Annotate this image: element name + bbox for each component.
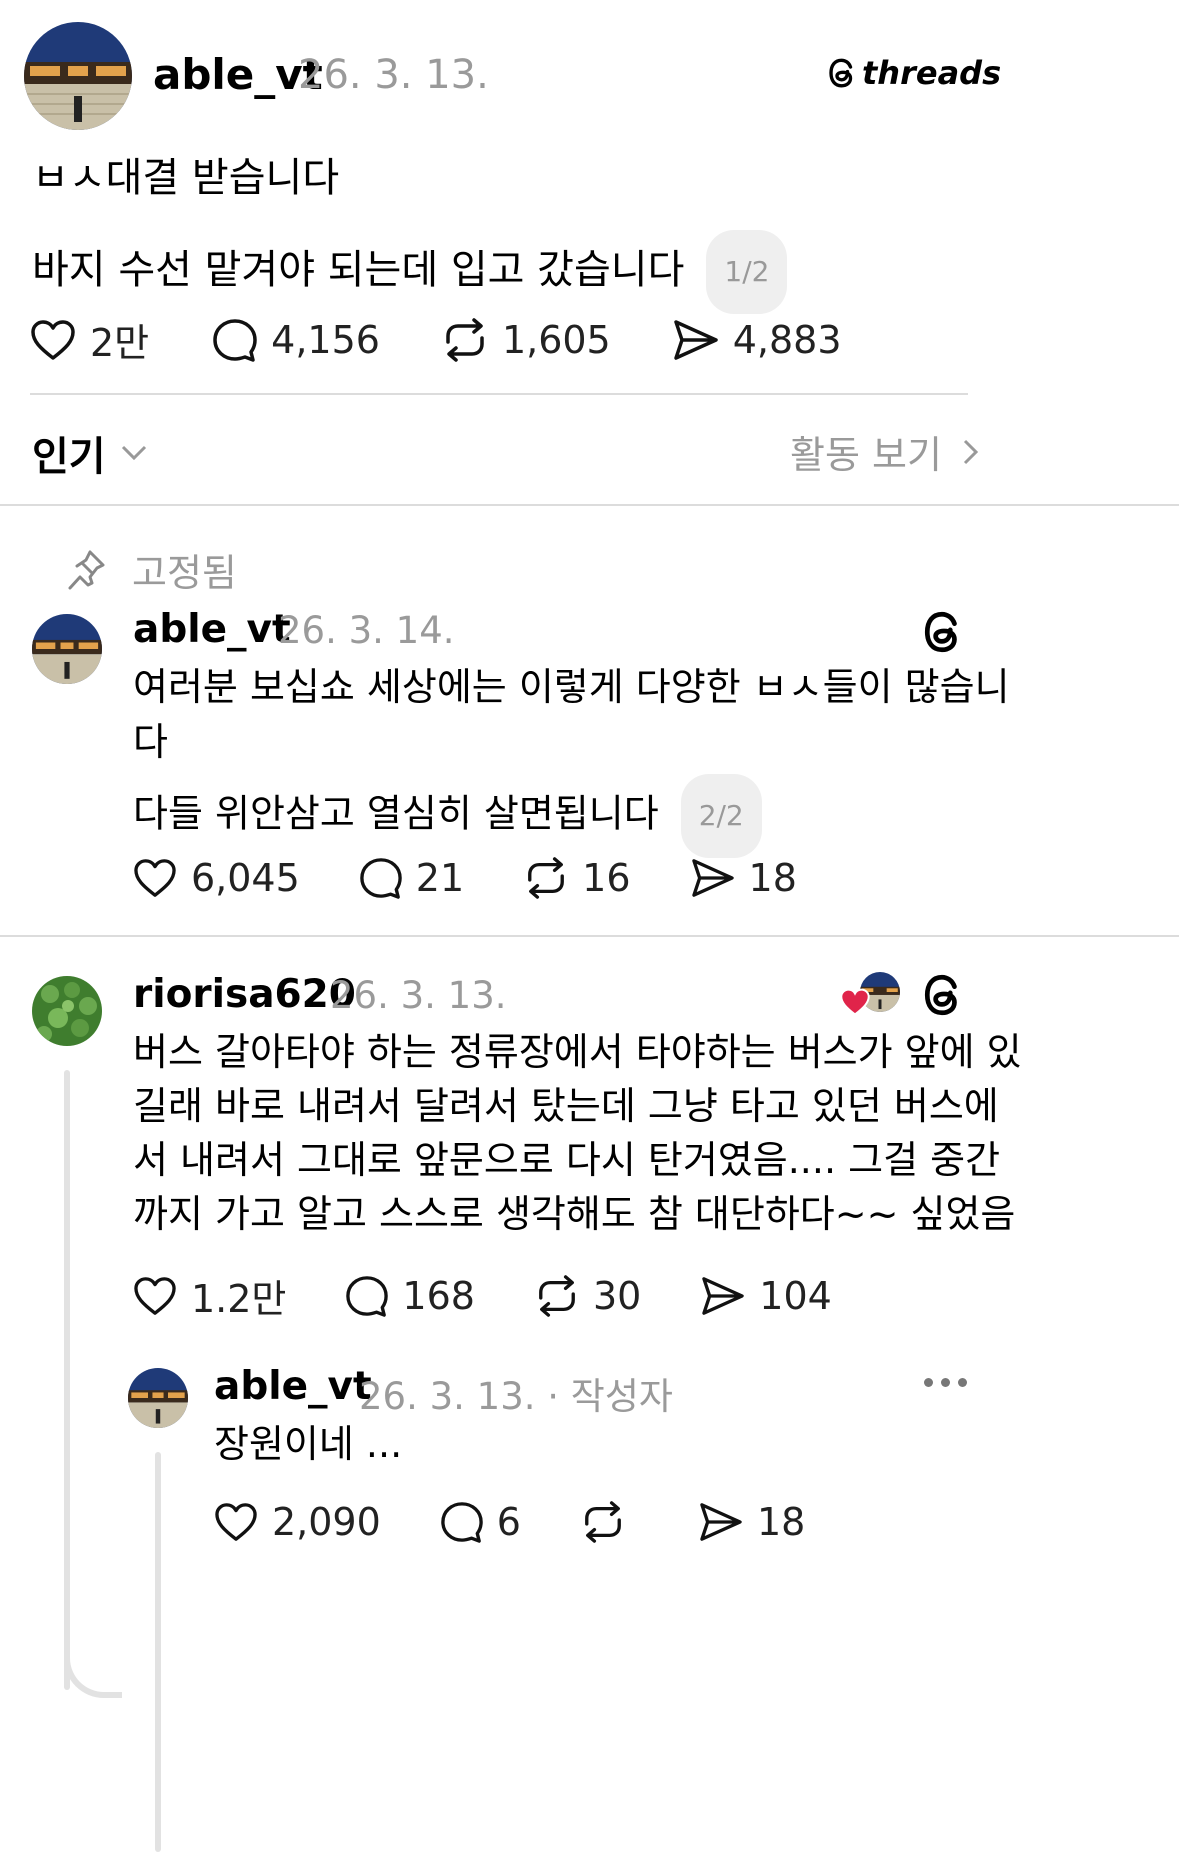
share-count: 18 — [756, 1500, 806, 1544]
reply-date: 26. 3. 13. · 작성자 — [359, 1375, 673, 1418]
activity-label: 활동 보기 — [790, 433, 942, 477]
comment-line-4: 까지 가고 알고 스스로 생각해도 참 대단하다~~ 싶었음 — [133, 1192, 1016, 1236]
thread-connector — [64, 1640, 122, 1698]
sort-dropdown[interactable]: 인기 — [32, 424, 148, 482]
threads-icon[interactable] — [922, 972, 966, 1022]
repost-button[interactable]: 16 — [524, 856, 631, 900]
like-button[interactable]: 6,045 — [133, 856, 300, 900]
reply-actions: 2,090 6 18 — [214, 1500, 865, 1544]
like-count: 6,045 — [191, 856, 300, 900]
like-count: 2,090 — [272, 1500, 381, 1544]
repost-icon — [539, 1274, 575, 1317]
comment-count: 21 — [415, 856, 465, 900]
comment-date: 26. 3. 13. — [330, 974, 507, 1017]
pinned-label: 고정됨 — [132, 551, 237, 595]
threads-icon — [829, 58, 853, 88]
share-count: 18 — [748, 856, 797, 900]
repost-count: 30 — [592, 1273, 642, 1318]
comment-icon — [360, 858, 402, 899]
repost-button[interactable]: 1,605 — [442, 318, 611, 362]
heart-icon — [134, 1276, 176, 1315]
pinned-line-1: 여러분 보십쇼 세상에는 이렇게 다양한 ㅂㅅ들이 많습니 — [133, 665, 1010, 709]
repost-count: 1,605 — [501, 317, 611, 362]
post-line-2-text: 바지 수선 맡겨야 되는데 입고 갔습니다 — [32, 247, 685, 293]
like-button[interactable]: 2만 — [30, 312, 149, 367]
heart-icon — [134, 859, 176, 897]
avatar[interactable] — [128, 1368, 188, 1428]
share-count: 104 — [759, 1273, 832, 1318]
repost-button[interactable]: 30 — [535, 1274, 641, 1318]
post-line-2: 바지 수선 맡겨야 되는데 입고 갔습니다 1/2 — [32, 230, 788, 314]
share-button[interactable]: 18 — [691, 856, 797, 900]
share-button[interactable]: 18 — [699, 1500, 805, 1544]
heart-icon — [840, 988, 870, 1016]
section-divider — [0, 935, 1179, 937]
comment-icon — [346, 1275, 389, 1317]
share-count: 4,883 — [732, 317, 842, 362]
share-button[interactable]: 4,883 — [673, 318, 842, 362]
divider — [30, 393, 968, 395]
reply-username[interactable]: able_vt — [214, 1364, 372, 1409]
repost-button[interactable] — [581, 1501, 639, 1543]
repost-icon — [528, 857, 565, 899]
pinned-date: 26. 3. 14. — [278, 609, 455, 652]
page-badge: 1/2 — [706, 230, 788, 314]
heart-icon — [31, 319, 75, 360]
avatar[interactable] — [24, 22, 132, 130]
brand-label: threads — [862, 54, 1002, 92]
avatar[interactable] — [32, 614, 102, 684]
avatar[interactable] — [32, 976, 102, 1046]
comment-button[interactable]: 4,156 — [213, 318, 380, 362]
post-line-1: ㅂㅅ대결 받습니다 — [32, 155, 340, 201]
comment-button[interactable]: 168 — [346, 1274, 475, 1318]
comment-count: 4,156 — [271, 317, 380, 362]
send-icon — [700, 1503, 742, 1541]
comment-icon — [441, 1502, 483, 1543]
chevron-right-icon — [963, 439, 979, 464]
comment-count: 6 — [496, 1500, 521, 1544]
more-options-icon[interactable] — [924, 1378, 967, 1387]
comment-icon — [213, 318, 257, 362]
heart-icon — [215, 1503, 257, 1541]
repost-icon — [585, 1501, 621, 1543]
comment-actions: 1.2만 168 30 104 — [133, 1268, 892, 1323]
pinned-line-2: 다 — [133, 720, 168, 764]
threads-logo: threads — [828, 54, 1001, 92]
reply-text: 장원이네 ... — [214, 1422, 403, 1466]
liked-by-author-indicator — [840, 972, 900, 1020]
repost-icon — [446, 317, 484, 362]
page-badge: 2/2 — [680, 774, 762, 858]
pinned-line-3: 다들 위안삼고 열심히 살면됩니다 2/2 — [133, 774, 762, 858]
like-button[interactable]: 1.2만 — [133, 1268, 286, 1323]
chevron-down-icon — [121, 445, 146, 461]
pinned-line-3-text: 다들 위안삼고 열심히 살면됩니다 — [133, 791, 659, 836]
share-button[interactable]: 104 — [701, 1274, 832, 1318]
like-count: 1.2만 — [191, 1277, 287, 1321]
like-button[interactable]: 2,090 — [214, 1500, 381, 1544]
comment-username[interactable]: riorisa620 — [133, 972, 356, 1017]
thread-line — [155, 1452, 161, 1852]
repost-count: 16 — [582, 856, 631, 900]
thread-line — [64, 1070, 70, 1690]
send-icon — [691, 859, 734, 897]
pinned-actions: 6,045 21 16 18 — [133, 856, 857, 900]
sort-label: 인기 — [32, 434, 106, 480]
threads-icon[interactable] — [922, 609, 966, 659]
comment-button[interactable]: 21 — [360, 856, 464, 900]
pinned-username[interactable]: able_vt — [133, 607, 291, 652]
section-divider — [0, 504, 1179, 506]
send-icon — [673, 319, 718, 360]
post-actions: 2만 4,156 1,605 4,883 — [30, 312, 902, 367]
comment-button[interactable]: 6 — [441, 1500, 521, 1544]
pinned-indicator: 고정됨 — [66, 542, 237, 597]
like-count: 2만 — [90, 321, 150, 365]
activity-link[interactable]: 활동 보기 — [790, 424, 980, 479]
post-date: 26. 3. 13. — [298, 52, 489, 98]
pin-icon — [68, 550, 105, 589]
send-icon — [702, 1276, 745, 1315]
comment-count: 168 — [402, 1273, 475, 1318]
